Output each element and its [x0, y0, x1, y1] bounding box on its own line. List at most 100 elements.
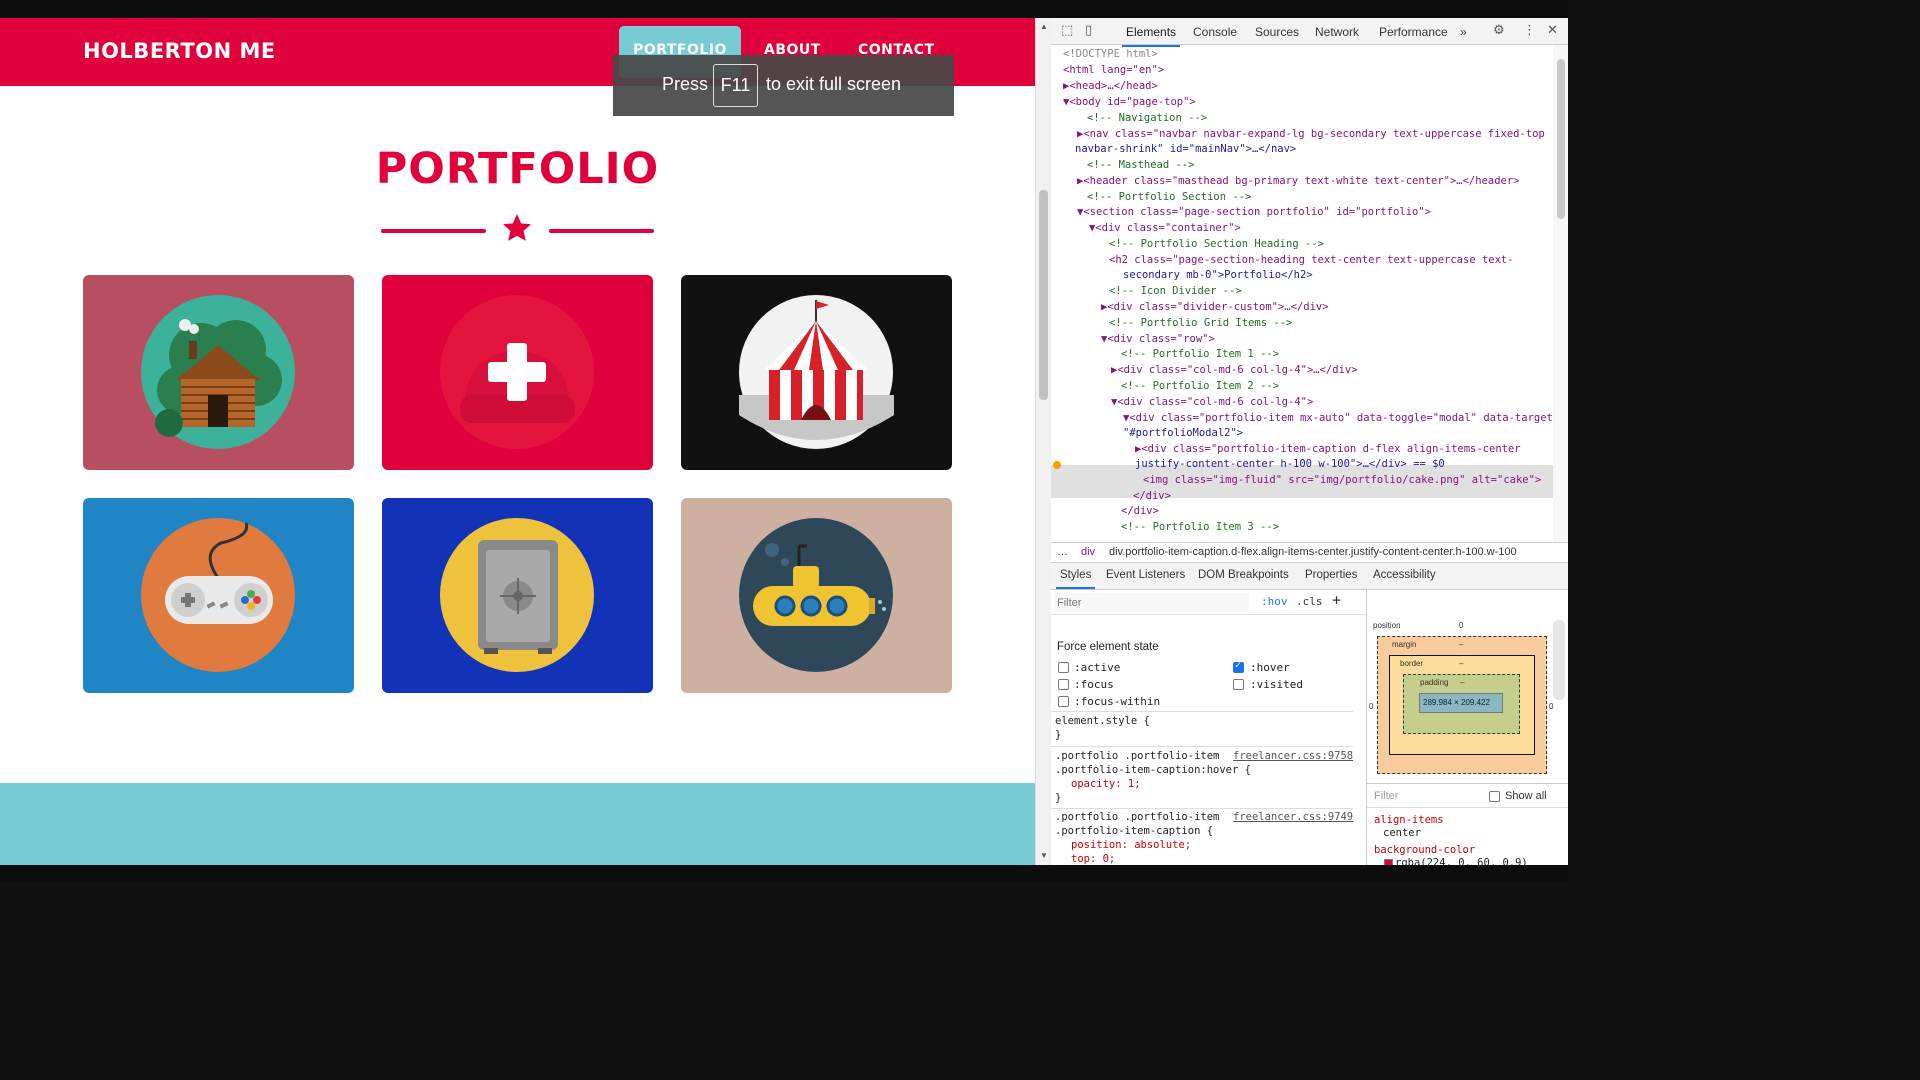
- focus-checkbox[interactable]: [1058, 679, 1069, 690]
- caption-rule-prop-position[interactable]: position: absolute;: [1071, 838, 1191, 852]
- dom-node-line[interactable]: ▶<div class="divider-custom">…</div>: [1101, 300, 1329, 314]
- dom-node-line[interactable]: <!-- Portfolio Section Heading -->: [1109, 237, 1324, 251]
- dom-node-line[interactable]: <h2 class="page-section-heading text-cen…: [1109, 253, 1514, 267]
- hov-button[interactable]: :hov: [1261, 595, 1288, 608]
- styles-filter-input[interactable]: [1055, 593, 1249, 612]
- tab-network[interactable]: Network: [1315, 25, 1359, 39]
- dom-node-line[interactable]: <!-- Portfolio Item 3 -->: [1121, 520, 1279, 534]
- dom-node-line[interactable]: <img class="img-fluid" src="img/portfoli…: [1143, 473, 1541, 487]
- show-all-checkbox[interactable]: [1489, 791, 1500, 802]
- dom-node-line[interactable]: <!DOCTYPE html>: [1063, 47, 1158, 61]
- page-scrollbar[interactable]: ▲ ▼: [1035, 18, 1051, 865]
- styles-subtabs: Styles Event Listeners DOM Breakpoints P…: [1051, 563, 1568, 590]
- border-box[interactable]: border – padding – 289.984 × 209.422: [1389, 655, 1535, 755]
- subtab-event-listeners[interactable]: Event Listeners: [1106, 569, 1185, 581]
- dom-node-line[interactable]: <!-- Portfolio Item 2 -->: [1121, 379, 1279, 393]
- padding-box[interactable]: padding – 289.984 × 209.422: [1403, 674, 1520, 734]
- dom-tree-scrollbar[interactable]: [1553, 45, 1568, 542]
- hover-rule-close: }: [1055, 792, 1062, 804]
- hover-rule-prop[interactable]: opacity: 1;: [1071, 777, 1141, 791]
- dom-node-line[interactable]: ▼<div class="container">: [1089, 221, 1241, 235]
- hover-rule-source-link[interactable]: freelancer.css:9758: [1233, 749, 1353, 763]
- element-style-selector[interactable]: element.style {: [1055, 714, 1150, 728]
- tab-console[interactable]: Console: [1193, 25, 1237, 39]
- portfolio-item-game[interactable]: [83, 498, 354, 693]
- dom-node-line[interactable]: justify-content-center h-100 w-100">…</d…: [1135, 457, 1445, 471]
- breadcrumb-ellipsis[interactable]: …: [1057, 546, 1068, 558]
- tab-elements[interactable]: Elements: [1121, 25, 1181, 47]
- dom-node-line[interactable]: ▶<nav class="navbar navbar-expand-lg bg-…: [1077, 127, 1545, 141]
- device-toolbar-icon[interactable]: ▯: [1085, 23, 1092, 38]
- content-box[interactable]: 289.984 × 209.422: [1419, 693, 1503, 713]
- dom-node-line[interactable]: </div>: [1121, 504, 1159, 518]
- new-rule-plus-icon[interactable]: +: [1332, 591, 1341, 609]
- caption-rule-selector[interactable]: .portfolio .portfolio-item .portfolio-it…: [1055, 810, 1219, 838]
- close-icon[interactable]: ✕: [1547, 23, 1558, 38]
- dom-node-line[interactable]: ▼<section class="page-section portfolio"…: [1077, 205, 1431, 219]
- caption-rule-prop-top[interactable]: top: 0;: [1071, 852, 1115, 865]
- dom-node-line[interactable]: ▼<div class="row">: [1101, 332, 1215, 346]
- tab-performance[interactable]: Performance: [1379, 25, 1448, 39]
- dom-node-line[interactable]: ▶<head>…</head>: [1063, 79, 1158, 93]
- dom-node-line[interactable]: ▼<div class="col-md-6 col-lg-4">: [1111, 395, 1313, 409]
- dom-node-line[interactable]: <html lang="en">: [1063, 63, 1164, 77]
- computed-filter-input[interactable]: Filter: [1374, 790, 1398, 802]
- dom-tree[interactable]: <!DOCTYPE html> <html lang="en"> ▶<head>…<…: [1051, 45, 1568, 542]
- dom-tree-scroll-thumb[interactable]: [1557, 59, 1565, 219]
- caption-rule-source-link[interactable]: freelancer.css:9749: [1233, 810, 1353, 824]
- subtab-dom-breakpoints[interactable]: DOM Breakpoints: [1198, 569, 1289, 581]
- scrollbar-thumb[interactable]: [1039, 190, 1048, 400]
- dom-node-line[interactable]: ▼<div class="portfolio-item mx-auto" dat…: [1123, 411, 1559, 425]
- dom-node-line[interactable]: <!-- Masthead -->: [1087, 158, 1194, 172]
- visited-checkbox[interactable]: [1233, 679, 1244, 690]
- subtab-styles[interactable]: Styles: [1055, 569, 1096, 589]
- brand-logo[interactable]: HOLBERTON ME: [83, 39, 276, 63]
- show-all-label: Show all: [1505, 790, 1547, 802]
- subtab-properties[interactable]: Properties: [1305, 569, 1357, 581]
- cls-button[interactable]: .cls: [1296, 595, 1323, 608]
- more-tabs-icon[interactable]: »: [1460, 25, 1467, 39]
- cake-icon: [440, 295, 594, 449]
- hover-label: :hover: [1250, 661, 1290, 674]
- dom-node-line[interactable]: <!-- Navigation -->: [1087, 111, 1207, 125]
- dom-node-line[interactable]: <!-- Portfolio Grid Items -->: [1109, 316, 1292, 330]
- portfolio-item-submarine[interactable]: [681, 498, 952, 693]
- computed-prop-background-color[interactable]: background-color: [1374, 843, 1475, 857]
- portfolio-item-circus[interactable]: [681, 275, 952, 470]
- dom-node-line[interactable]: <!-- Portfolio Item 1 -->: [1121, 347, 1279, 361]
- dom-node-line[interactable]: secondary mb-0">Portfolio</h2>: [1123, 268, 1313, 282]
- computed-prop-align-items[interactable]: align-items: [1374, 813, 1444, 827]
- scroll-down-arrow[interactable]: ▼: [1040, 851, 1048, 860]
- divider-line-left: [381, 229, 486, 233]
- dom-node-line[interactable]: <!-- Portfolio Section -->: [1087, 190, 1251, 204]
- hover-rule-selector[interactable]: .portfolio .portfolio-item .portfolio-it…: [1055, 749, 1251, 777]
- dom-node-line[interactable]: ▶<div class="portfolio-item-caption d-fl…: [1135, 442, 1521, 456]
- portfolio-item-safe[interactable]: [382, 498, 653, 693]
- margin-box[interactable]: margin – border – padding – 289.984 × 20…: [1377, 636, 1547, 774]
- rule-divider: [1051, 808, 1353, 809]
- inspect-element-icon[interactable]: ⬚: [1061, 23, 1073, 38]
- subtab-accessibility[interactable]: Accessibility: [1373, 569, 1436, 581]
- focus-within-checkbox[interactable]: [1058, 696, 1069, 707]
- scroll-up-arrow[interactable]: ▲: [1040, 22, 1048, 31]
- dom-node-line[interactable]: "#portfolioModal2">: [1123, 426, 1243, 440]
- cabin-icon: [141, 295, 295, 449]
- dom-node-line[interactable]: ▶<header class="masthead bg-primary text…: [1077, 174, 1520, 188]
- box-scrollbar[interactable]: [1553, 620, 1565, 700]
- more-options-icon[interactable]: ⋮: [1523, 23, 1536, 38]
- breadcrumb-selected[interactable]: div.portfolio-item-caption.d-flex.align-…: [1109, 546, 1517, 558]
- dom-node-line[interactable]: <!-- Icon Divider -->: [1109, 284, 1242, 298]
- hover-checkbox[interactable]: [1233, 660, 1244, 673]
- breadcrumb-div[interactable]: div: [1081, 546, 1095, 558]
- active-checkbox[interactable]: [1058, 662, 1069, 673]
- portfolio-item-cake[interactable]: [382, 275, 653, 470]
- settings-gear-icon[interactable]: ⚙: [1493, 23, 1505, 38]
- dom-node-line[interactable]: ▼<body id="page-top">: [1063, 95, 1196, 109]
- tab-sources[interactable]: Sources: [1255, 25, 1299, 39]
- portfolio-item-cabin[interactable]: [83, 275, 354, 470]
- safe-icon: [440, 518, 594, 672]
- dom-node-line[interactable]: ▶<div class="col-md-6 col-lg-4">…</div>: [1111, 363, 1358, 377]
- dom-node-line[interactable]: </div>: [1133, 489, 1171, 503]
- dom-node-line[interactable]: navbar-shrink" id="mainNav">…</nav>: [1075, 142, 1296, 156]
- styles-pane: :hov .cls + Force element state :active …: [1051, 590, 1367, 865]
